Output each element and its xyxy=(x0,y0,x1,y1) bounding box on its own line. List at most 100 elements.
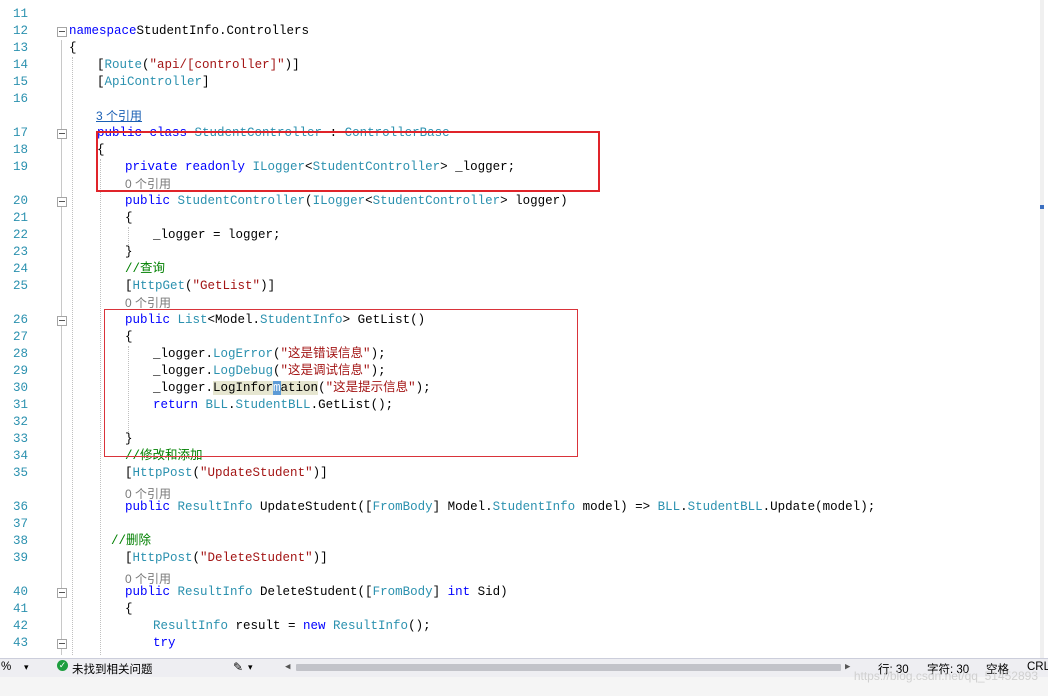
code-token: HttpPost xyxy=(132,466,193,480)
line-number: 32 xyxy=(12,415,28,429)
collapse-toggle-icon[interactable] xyxy=(57,27,67,37)
line-number: 23 xyxy=(12,245,28,259)
code-text[interactable]: { xyxy=(125,210,133,227)
line-number: 17 xyxy=(12,126,28,140)
code-text[interactable]: [HttpPost("DeleteStudent")] xyxy=(125,550,328,567)
code-token: [ xyxy=(125,466,133,480)
chevron-down-icon[interactable]: ▾ xyxy=(248,662,253,673)
scroll-left-icon[interactable]: ◀ xyxy=(285,662,290,672)
line-number: 26 xyxy=(12,313,28,327)
code-line[interactable]: 39 [HttpPost("DeleteStudent")] xyxy=(0,550,1044,567)
code-token: public xyxy=(125,194,178,208)
code-token: < xyxy=(365,194,373,208)
codelens-references-link[interactable]: 0 个引用 xyxy=(125,486,171,503)
issues-status[interactable]: 未找到相关问题 xyxy=(72,661,153,677)
annotation-box-getlist-method xyxy=(104,309,578,457)
code-text[interactable]: { xyxy=(69,40,77,57)
code-line[interactable]: 16 xyxy=(0,91,1044,108)
code-token: [ xyxy=(97,58,105,72)
code-token: Route xyxy=(104,58,143,72)
code-line[interactable]: 14 [Route("api/[controller]")] xyxy=(0,57,1044,74)
line-number: 36 xyxy=(12,500,28,514)
code-token: model) => xyxy=(575,500,658,514)
zoom-level[interactable]: % xyxy=(1,661,11,673)
collapse-toggle-icon[interactable] xyxy=(57,639,67,649)
collapse-toggle-icon[interactable] xyxy=(57,129,67,139)
code-line[interactable]: 38 //删除 xyxy=(0,533,1044,550)
code-token: try xyxy=(153,636,176,650)
line-number: 42 xyxy=(12,619,28,633)
code-text[interactable]: ResultInfo result = new ResultInfo(); xyxy=(153,618,431,635)
code-line[interactable]: 21 { xyxy=(0,210,1044,227)
code-token: HttpPost xyxy=(132,551,193,565)
codelens-references-link[interactable]: 0 个引用 xyxy=(125,571,171,588)
code-token: )] xyxy=(312,551,328,565)
code-token: BLL xyxy=(657,500,681,514)
collapse-toggle-icon[interactable] xyxy=(57,316,67,326)
line-number: 31 xyxy=(12,398,28,412)
code-text[interactable]: public StudentController(ILogger<Student… xyxy=(125,193,568,210)
code-text[interactable]: } xyxy=(125,244,133,261)
code-token: HttpGet xyxy=(132,279,186,293)
line-number: 18 xyxy=(12,143,28,157)
code-token: //查询 xyxy=(125,262,166,276)
code-text[interactable]: //查询 xyxy=(125,261,165,278)
line-number: 41 xyxy=(12,602,28,616)
horizontal-scrollbar[interactable]: ◀ ▶ xyxy=(284,661,854,673)
code-line[interactable]: 42 ResultInfo result = new ResultInfo(); xyxy=(0,618,1044,635)
code-token: { xyxy=(125,211,133,225)
line-number: 24 xyxy=(12,262,28,276)
code-token: StudentInfo.Controllers xyxy=(136,24,310,38)
code-text[interactable]: public ResultInfo DeleteStudent([FromBod… xyxy=(125,584,508,601)
code-text[interactable]: [HttpPost("UpdateStudent")] xyxy=(125,465,328,482)
line-number: 38 xyxy=(12,534,28,548)
vertical-scrollbar[interactable] xyxy=(1040,0,1044,658)
code-line[interactable]: 43 try xyxy=(0,635,1044,652)
code-line[interactable]: 35 [HttpPost("UpdateStudent")] xyxy=(0,465,1044,482)
code-text[interactable]: [Route("api/[controller]")] xyxy=(97,57,300,74)
code-text[interactable]: //删除 xyxy=(111,533,151,550)
collapse-toggle-icon[interactable] xyxy=(57,197,67,207)
line-number: 33 xyxy=(12,432,28,446)
line-number: 19 xyxy=(12,160,28,174)
code-line[interactable]: 15 [ApiController] xyxy=(0,74,1044,91)
code-token: ] xyxy=(432,585,448,599)
code-token: ( xyxy=(185,279,193,293)
code-token: ( xyxy=(305,194,313,208)
watermark: https://blog.csdn.net/qq_51452893 xyxy=(853,669,1038,683)
code-token: { xyxy=(125,602,133,616)
brush-icon[interactable]: ✎ xyxy=(233,660,243,674)
code-token: "UpdateStudent" xyxy=(200,466,313,480)
code-line[interactable]: 25 [HttpGet("GetList")] xyxy=(0,278,1044,295)
code-token: )] xyxy=(312,466,328,480)
code-token: (); xyxy=(408,619,431,633)
collapse-toggle-icon[interactable] xyxy=(57,588,67,598)
code-line[interactable]: 11 xyxy=(0,6,1044,23)
code-text[interactable]: public ResultInfo UpdateStudent([FromBod… xyxy=(125,499,875,516)
code-line[interactable]: 23} xyxy=(0,244,1044,261)
code-text[interactable]: { xyxy=(125,601,133,618)
code-text[interactable]: [ApiController] xyxy=(97,74,210,91)
code-token: StudentInfo xyxy=(492,500,576,514)
code-token: FromBody xyxy=(372,500,433,514)
code-line[interactable]: 20 public StudentController(ILogger<Stude… xyxy=(0,193,1044,210)
code-line[interactable]: 12 namespaceStudentInfo.Controllers xyxy=(0,23,1044,40)
horizontal-scroll-thumb[interactable] xyxy=(296,664,841,671)
code-line[interactable]: 24 //查询 xyxy=(0,261,1044,278)
code-text[interactable]: try xyxy=(153,635,176,652)
code-token: int xyxy=(447,585,471,599)
code-line[interactable]: 37 xyxy=(0,516,1044,533)
code-line[interactable]: 41 { xyxy=(0,601,1044,618)
code-line[interactable]: 22 _logger = logger; xyxy=(0,227,1044,244)
code-text[interactable]: _logger = logger; xyxy=(153,227,281,244)
codelens-references-link[interactable]: 3 个引用 xyxy=(96,108,142,125)
code-token: [ xyxy=(125,279,133,293)
code-editor[interactable]: 11 12 namespaceStudentInfo.Controllers 13 {1… xyxy=(0,0,1044,658)
zoom-dropdown-icon[interactable]: ▾ xyxy=(24,662,29,673)
code-line[interactable]: 13 { xyxy=(0,40,1044,57)
code-text[interactable]: namespaceStudentInfo.Controllers xyxy=(69,23,309,40)
line-number: 30 xyxy=(12,381,28,395)
code-text[interactable]: [HttpGet("GetList")] xyxy=(125,278,275,295)
code-token: )] xyxy=(260,279,276,293)
scroll-right-icon[interactable]: ▶ xyxy=(845,662,850,672)
